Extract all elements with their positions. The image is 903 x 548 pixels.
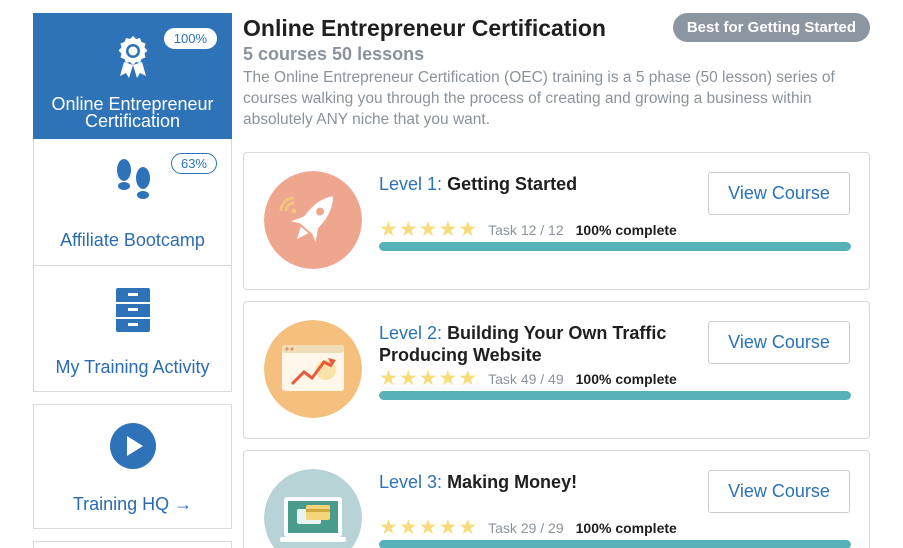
course-card-level-3: Level 3: Making Money! ★★★★★ Task 29 / 2… [243,450,870,548]
course-rating: ★★★★★ Task 12 / 12 100% complete [379,217,677,242]
sidebar-item-training-hq[interactable]: Training HQ → [33,404,232,529]
sidebar-item-training-activity[interactable]: My Training Activity [33,265,232,392]
star-rating: ★★★★★ [379,516,479,539]
sidebar-item-label: Affiliate Bootcamp [60,230,205,250]
sidebar-item-affiliate-bootcamp[interactable]: 63% Affiliate Bootcamp [33,139,232,266]
status-badge: Best for Getting Started [672,13,870,42]
star-rating: ★★★★★ [379,218,479,241]
sidebar-item-label: Training HQ → [72,494,193,514]
star-rating: ★★★★★ [379,367,479,390]
level-number: Level 2: [379,323,443,343]
sidebar-item-oec[interactable]: 100% Online Entrepreneur Certification [33,13,232,139]
page-description: The Online Entrepreneur Certification (O… [243,69,835,128]
progress-bar [379,242,851,251]
course-thumbnail [264,320,362,418]
completion-text: 100% complete [575,370,677,387]
play-circle-icon [110,423,156,469]
page-title: Online Entrepreneur Certification [243,15,606,41]
page-subtitle: 5 courses 50 lessons [243,44,425,64]
completion-text: 100% complete [575,519,677,536]
monitor-card-icon [264,469,362,548]
course-thumbnail [264,171,362,269]
rocket-icon [264,171,362,269]
progress-fill [379,391,851,400]
task-count: Task 29 / 29 [488,519,564,536]
footprints-icon [117,159,150,199]
level-number: Level 1: [379,174,443,194]
website-chart-icon [264,320,362,418]
completion-badge: 100% [163,28,217,49]
progress-bar [379,540,851,548]
progress-bar [379,391,851,400]
completion-badge: 63% [170,153,217,174]
view-course-button[interactable]: View Course [708,321,850,364]
level-name: Getting Started [447,174,578,194]
file-cabinet-icon [116,288,150,332]
award-ribbon-icon [118,36,148,78]
course-rating: ★★★★★ Task 29 / 29 100% complete [379,515,677,540]
course-title: Level 3: Making Money! [379,471,699,493]
progress-fill [379,540,851,548]
progress-fill [379,242,851,251]
sidebar-item-more[interactable] [33,541,232,548]
course-thumbnail [264,469,362,548]
course-rating: ★★★★★ Task 49 / 49 100% complete [379,366,677,391]
view-course-button[interactable]: View Course [708,470,850,513]
task-count: Task 12 / 12 [488,221,564,238]
task-count: Task 49 / 49 [488,370,564,387]
level-name: Making Money! [447,472,578,492]
course-card-level-2: Level 2: Building Your Own Traffic Produ… [243,301,870,439]
completion-text: 100% complete [575,221,677,238]
sidebar-item-label: My Training Activity [55,357,210,377]
sidebar-item-label: Online Entrepreneur Certification [51,94,214,131]
level-number: Level 3: [379,472,443,492]
course-title: Level 2: Building Your Own Traffic Produ… [379,322,699,366]
course-card-level-1: Level 1: Getting Started ★★★★★ Task 12 /… [243,152,870,290]
course-title: Level 1: Getting Started [379,173,699,195]
view-course-button[interactable]: View Course [708,172,850,215]
